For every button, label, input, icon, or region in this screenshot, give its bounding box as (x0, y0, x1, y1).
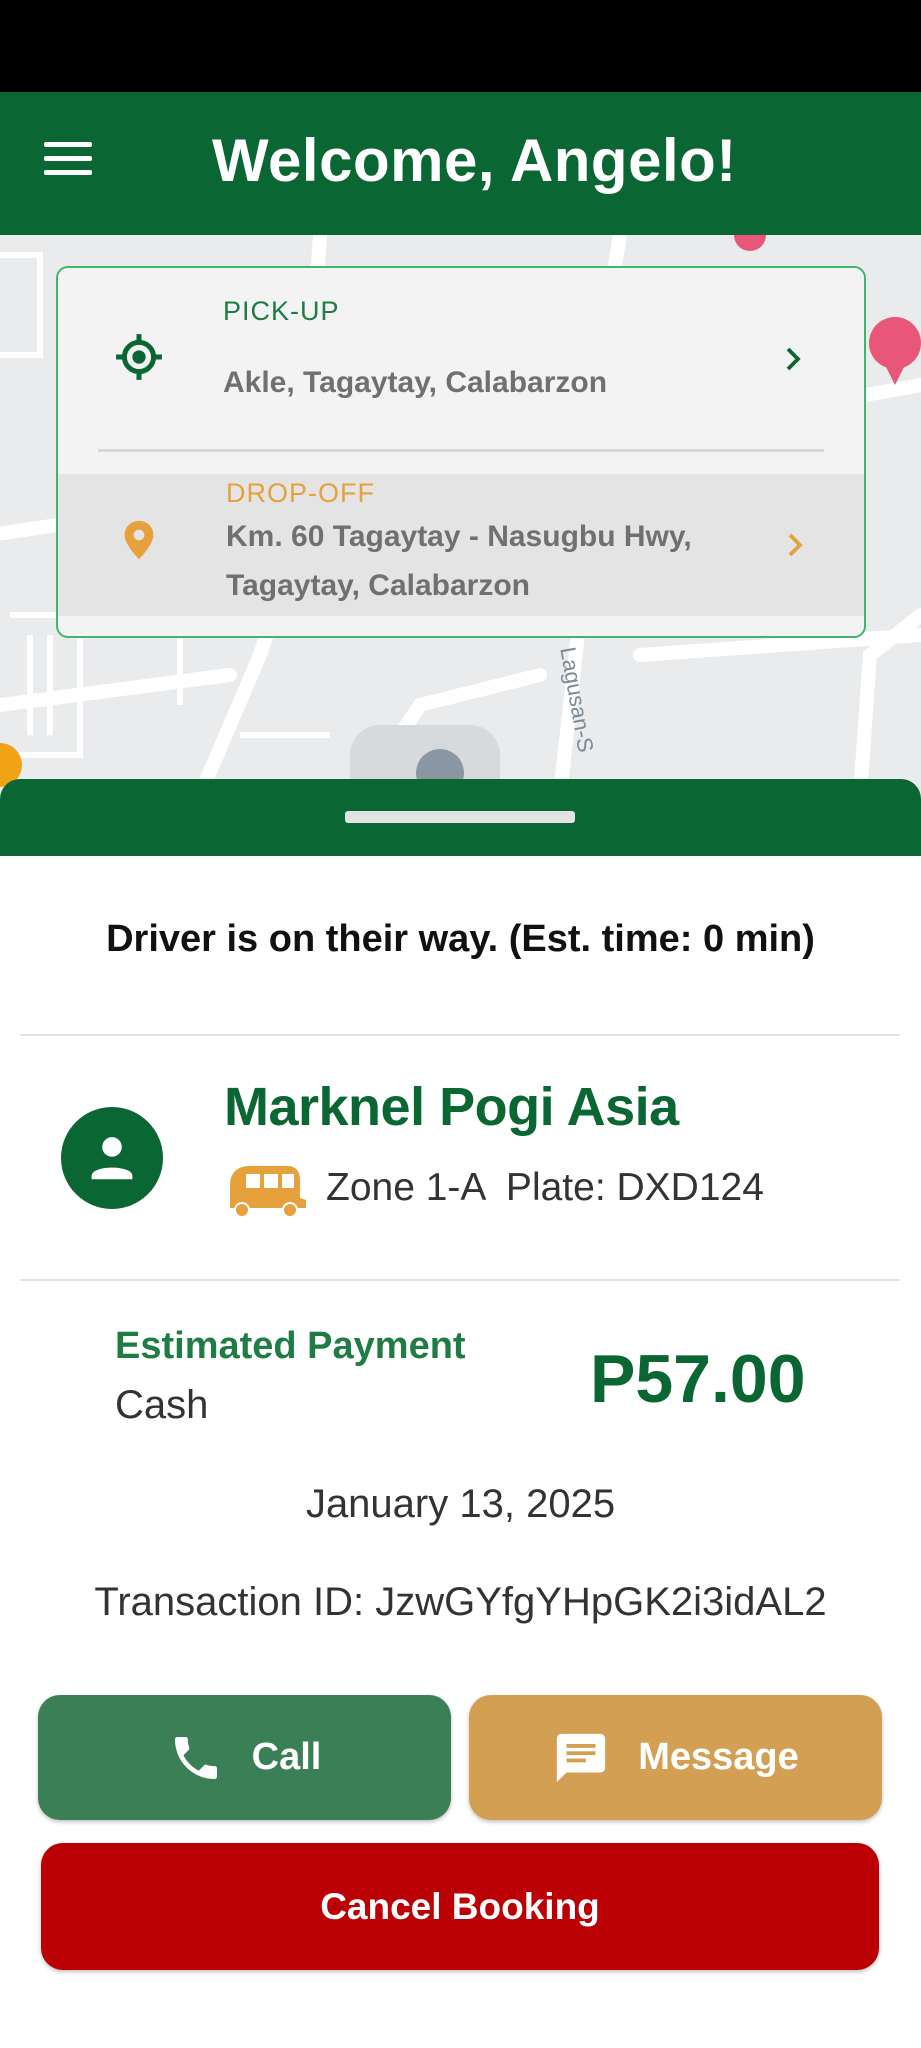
call-button[interactable]: Call (38, 1695, 451, 1820)
map-pin-icon (124, 520, 154, 560)
call-label: Call (251, 1736, 322, 1778)
cancel-booking-button[interactable]: Cancel Booking (41, 1843, 879, 1970)
crosshair-icon (116, 334, 162, 380)
card-divider (98, 449, 824, 452)
booking-date: January 13, 2025 (305, 1482, 616, 1526)
pickup-row[interactable]: PICK-UP Akle, Tagaytay, Calabarzon (58, 268, 864, 444)
dropoff-address-line1: Km. 60 Tagaytay - Nasugbu Hwy, (226, 520, 692, 553)
divider (20, 1034, 900, 1036)
location-card: PICK-UP Akle, Tagaytay, Calabarzon DROP-… (56, 266, 866, 638)
chevron-right-icon (788, 533, 803, 557)
bottom-sheet-header[interactable] (0, 779, 921, 856)
message-button[interactable]: Message (469, 1695, 882, 1820)
pickup-address: Akle, Tagaytay, Calabarzon (223, 366, 608, 399)
dropoff-row[interactable]: DROP-OFF Km. 60 Tagaytay - Nasugbu Hwy, … (58, 474, 864, 616)
payment-method: Cash (115, 1383, 209, 1427)
phone-icon (174, 1736, 217, 1779)
dropoff-label: DROP-OFF (226, 478, 375, 508)
driver-name: Marknel Pogi Asia (224, 1077, 679, 1137)
chevron-right-icon (786, 347, 801, 371)
drag-handle[interactable] (345, 811, 575, 823)
zone-plate: Zone 1-A Plate: DXD124 (326, 1166, 764, 1209)
person-icon (91, 1137, 133, 1180)
menu-icon[interactable] (44, 142, 92, 178)
cancel-label: Cancel Booking (320, 1885, 600, 1927)
app-bar: Welcome, Angelo! (0, 92, 921, 235)
message-label: Message (638, 1736, 799, 1778)
chat-icon (557, 1733, 606, 1782)
pickup-label: PICK-UP (223, 296, 340, 326)
dropoff-address: Km. 60 Tagaytay - Nasugbu Hwy, Tagaytay,… (226, 512, 786, 610)
tricycle-icon (230, 1166, 306, 1218)
dropoff-address-line2: Tagaytay, Calabarzon (226, 569, 530, 602)
payment-label: Estimated Payment (115, 1325, 466, 1367)
page-title: Welcome, Angelo! (212, 127, 737, 194)
payment-amount: P57.00 (590, 1341, 806, 1417)
trip-status: Driver is on their way. (Est. time: 0 mi… (106, 918, 815, 960)
status-bar (0, 0, 921, 92)
transaction-id: Transaction ID: JzwGYfgYHpGK2i3idAL2 (94, 1580, 827, 1624)
avatar (61, 1107, 163, 1209)
divider (20, 1279, 900, 1281)
